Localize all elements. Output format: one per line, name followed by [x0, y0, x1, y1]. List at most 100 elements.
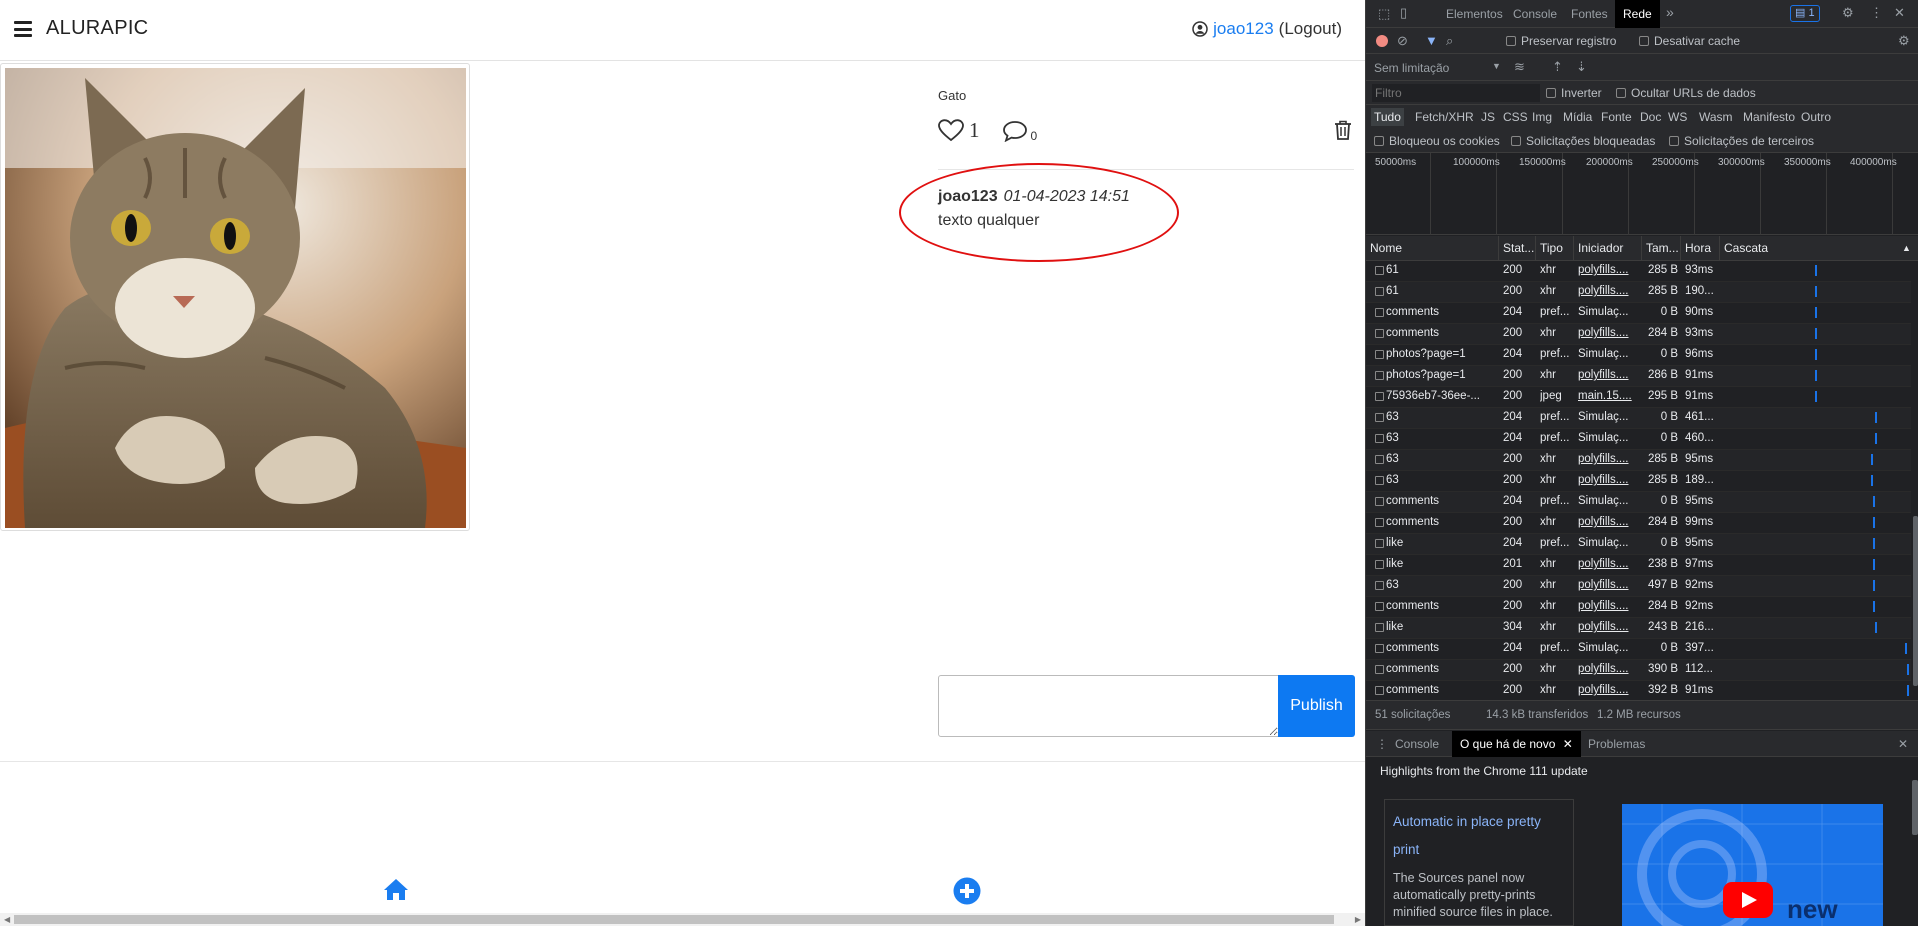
drawer-tab-console[interactable]: Console — [1395, 737, 1439, 751]
close-icon[interactable]: ✕ — [1894, 5, 1905, 21]
inspect-icon[interactable]: ⬚ — [1378, 6, 1390, 22]
request-row[interactable]: photos?page=1 200 xhr polyfills.... 286 B 91m… — [1366, 366, 1911, 387]
issues-badge[interactable]: ▤ 1 — [1790, 5, 1820, 22]
device-toggle-icon[interactable]: ▯ — [1400, 5, 1407, 21]
request-row[interactable]: like 304 xhr polyfills.... 243 B 216... — [1366, 618, 1911, 639]
menu-icon[interactable] — [14, 21, 32, 37]
request-row[interactable]: comments 200 xhr polyfills.... 284 B 92ms — [1366, 597, 1911, 618]
type-doc[interactable]: Doc — [1640, 110, 1661, 124]
clear-icon[interactable]: ⊘ — [1397, 33, 1408, 49]
blocked-requests-checkbox[interactable]: Solicitações bloqueadas — [1511, 134, 1655, 148]
download-icon[interactable]: ⇣ — [1576, 59, 1587, 75]
request-row[interactable]: 63 204 pref... Simulaç... 0 B 460... — [1366, 429, 1911, 450]
scroll-right-arrow-icon[interactable]: ▶ — [1355, 915, 1361, 924]
tab-console[interactable]: Console — [1513, 7, 1557, 21]
request-init-cell[interactable]: Simulaç... — [1578, 495, 1640, 507]
request-init-cell[interactable]: polyfills.... — [1578, 579, 1640, 591]
type-fonte[interactable]: Fonte — [1601, 110, 1632, 124]
heart-icon[interactable] — [938, 119, 964, 142]
brand-logo[interactable]: ALURAPIC — [46, 17, 148, 40]
logout-link[interactable]: (Logout) — [1279, 19, 1342, 39]
type-tudo[interactable]: Tudo — [1371, 108, 1404, 126]
request-row[interactable]: comments 200 xhr polyfills.... 284 B 99ms — [1366, 513, 1911, 534]
more-tabs-icon[interactable]: » — [1666, 4, 1674, 20]
col-tamanho[interactable]: Tam... — [1646, 241, 1679, 255]
drawer-tab-problemas[interactable]: Problemas — [1588, 737, 1645, 751]
chevron-down-icon[interactable]: ▼ — [1492, 61, 1501, 71]
requests-scrollbar[interactable] — [1911, 261, 1918, 700]
invert-checkbox[interactable]: Inverter — [1546, 86, 1602, 100]
request-row[interactable]: 61 200 xhr polyfills.... 285 B 190... — [1366, 282, 1911, 303]
request-init-cell[interactable]: polyfills.... — [1578, 600, 1640, 612]
wifi-icon[interactable]: ≋ — [1514, 59, 1525, 75]
tab-rede[interactable]: Rede — [1615, 0, 1660, 28]
record-icon[interactable] — [1376, 35, 1388, 47]
add-photo-icon[interactable] — [953, 877, 981, 905]
kebab-menu-icon[interactable]: ⋮ — [1870, 5, 1883, 21]
type-js[interactable]: JS — [1481, 110, 1495, 124]
comment-textarea[interactable] — [938, 675, 1279, 737]
request-init-cell[interactable]: main.15.... — [1578, 390, 1640, 402]
sort-arrow-icon[interactable]: ▲ — [1902, 243, 1911, 253]
scrollbar-thumb[interactable] — [14, 915, 1334, 924]
request-init-cell[interactable]: Simulaç... — [1578, 432, 1640, 444]
publish-button[interactable]: Publish — [1278, 675, 1355, 737]
scrollbar-thumb[interactable] — [1913, 516, 1918, 686]
request-row[interactable]: comments 204 pref... Simulaç... 0 B 397... — [1366, 639, 1911, 660]
type-outro[interactable]: Outro — [1801, 110, 1831, 124]
filter-funnel-icon[interactable]: ▼ — [1425, 33, 1438, 48]
col-iniciador[interactable]: Iniciador — [1578, 241, 1623, 255]
col-cascata[interactable]: Cascata — [1724, 241, 1768, 255]
request-row[interactable]: 63 204 pref... Simulaç... 0 B 461... — [1366, 408, 1911, 429]
request-init-cell[interactable]: Simulaç... — [1578, 537, 1640, 549]
drawer-menu-icon[interactable]: ⋮ — [1376, 737, 1388, 751]
col-nome[interactable]: Nome — [1370, 241, 1402, 255]
upload-icon[interactable]: ⇡ — [1552, 59, 1563, 75]
type-wasm[interactable]: Wasm — [1699, 110, 1733, 124]
search-icon[interactable]: ⌕ — [1446, 33, 1453, 49]
request-row[interactable]: 61 200 xhr polyfills.... 285 B 93ms — [1366, 261, 1911, 282]
trash-icon[interactable] — [1333, 119, 1353, 141]
col-hora[interactable]: Hora — [1685, 241, 1711, 255]
col-status[interactable]: Stat... — [1503, 241, 1534, 255]
youtube-play-icon[interactable] — [1723, 882, 1773, 918]
type-css[interactable]: CSS — [1503, 110, 1528, 124]
request-row[interactable]: photos?page=1 204 pref... Simulaç... 0 B 96ms — [1366, 345, 1911, 366]
request-init-cell[interactable]: Simulaç... — [1578, 411, 1640, 423]
request-init-cell[interactable]: polyfills.... — [1578, 474, 1640, 486]
network-settings-icon[interactable]: ⚙ — [1898, 33, 1910, 49]
promo-video-thumbnail[interactable]: new — [1622, 804, 1883, 926]
filter-input[interactable] — [1372, 84, 1540, 102]
third-party-checkbox[interactable]: Solicitações de terceiros — [1669, 134, 1814, 148]
request-init-cell[interactable]: Simulaç... — [1578, 306, 1640, 318]
hide-data-urls-checkbox[interactable]: Ocultar URLs de dados — [1616, 86, 1756, 100]
horizontal-scrollbar[interactable]: ◀ ▶ — [0, 913, 1365, 926]
request-row[interactable]: like 201 xhr polyfills.... 238 B 97ms — [1366, 555, 1911, 576]
col-tipo[interactable]: Tipo — [1540, 241, 1563, 255]
request-init-cell[interactable]: polyfills.... — [1578, 621, 1640, 633]
tab-elementos[interactable]: Elementos — [1446, 7, 1503, 21]
type-ws[interactable]: WS — [1668, 110, 1687, 124]
comment-bubble-icon[interactable] — [1002, 120, 1028, 142]
request-row[interactable]: comments 200 xhr polyfills.... 390 B 112... — [1366, 660, 1911, 681]
home-icon[interactable] — [383, 877, 409, 901]
drawer-tab-whats-new[interactable]: O que há de novo ✕ — [1452, 731, 1581, 757]
type-manifesto[interactable]: Manifesto — [1743, 110, 1795, 124]
request-init-cell[interactable]: polyfills.... — [1578, 663, 1640, 675]
scroll-left-arrow-icon[interactable]: ◀ — [4, 915, 10, 924]
type-midia[interactable]: Mídia — [1563, 110, 1592, 124]
request-init-cell[interactable]: polyfills.... — [1578, 453, 1640, 465]
request-init-cell[interactable]: polyfills.... — [1578, 369, 1640, 381]
request-init-cell[interactable]: polyfills.... — [1578, 327, 1640, 339]
request-row[interactable]: comments 200 xhr polyfills.... 392 B 91ms — [1366, 681, 1911, 700]
request-row[interactable]: like 204 pref... Simulaç... 0 B 95ms — [1366, 534, 1911, 555]
type-img[interactable]: Img — [1532, 110, 1552, 124]
request-init-cell[interactable]: Simulaç... — [1578, 348, 1640, 360]
drawer-scrollbar[interactable] — [1911, 760, 1918, 926]
scrollbar-thumb[interactable] — [1912, 780, 1918, 835]
request-row[interactable]: comments 204 pref... Simulaç... 0 B 95ms — [1366, 492, 1911, 513]
username-link[interactable]: joao123 — [1213, 19, 1274, 39]
settings-gear-icon[interactable]: ⚙ — [1842, 5, 1854, 21]
request-init-cell[interactable]: Simulaç... — [1578, 642, 1640, 654]
throttling-select[interactable]: Sem limitação — [1374, 61, 1449, 75]
